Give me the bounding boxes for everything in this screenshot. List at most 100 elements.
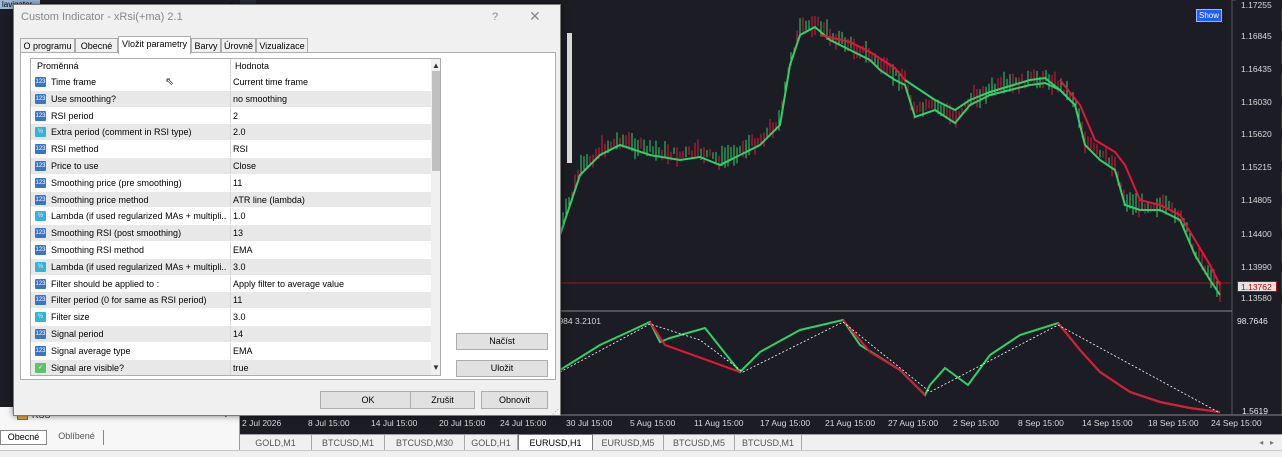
integer-type-icon: 123 — [35, 228, 46, 239]
param-value[interactable]: 3.0 — [233, 262, 246, 272]
param-row[interactable]: 123 Price to use Close — [31, 157, 431, 175]
column-divider[interactable] — [230, 59, 231, 73]
save-button[interactable]: Uložit — [456, 360, 548, 377]
dialog-tab[interactable]: Obecné — [75, 38, 118, 53]
float-type-icon: ½ — [35, 127, 46, 138]
cell-divider — [230, 325, 231, 342]
price-tick-label: 1.15620 — [1236, 129, 1282, 139]
param-value[interactable]: RSI — [233, 144, 248, 154]
cell-divider — [230, 74, 231, 90]
param-row[interactable]: 123 Smoothing price method ATR line (lambd… — [31, 191, 431, 209]
navigator-tab-favorites[interactable]: Oblíbené — [50, 430, 104, 445]
integer-type-icon: 123 — [35, 77, 46, 87]
reset-button[interactable]: Obnovit — [481, 391, 548, 409]
status-strip — [0, 450, 1282, 457]
param-value[interactable]: 2.0 — [233, 127, 246, 137]
param-value[interactable]: 11 — [233, 178, 242, 188]
chart-tab[interactable]: BTCUSD,M5 — [664, 435, 735, 451]
help-icon[interactable]: ? — [492, 11, 498, 23]
time-tick-label: 14 Jul 15:00 — [371, 418, 418, 428]
vertical-scrollbar[interactable]: ▲ ▼ — [431, 59, 440, 375]
param-value[interactable]: 2 — [233, 111, 238, 121]
chart-tab[interactable]: EURUSD,M5 — [593, 435, 664, 451]
dialog-tab[interactable]: Úrovně — [221, 38, 256, 53]
param-row[interactable]: 123 Signal period 14 — [31, 325, 431, 343]
integer-type-icon: 123 — [35, 278, 46, 289]
param-value[interactable]: no smoothing — [233, 94, 287, 104]
param-row[interactable]: ½ Lambda (if used regularized MAs + multi… — [31, 208, 431, 226]
chart-tab[interactable]: BTCUSD,M1 — [735, 435, 802, 451]
param-row[interactable]: 123 Smoothing RSI (post smoothing) 13 — [31, 225, 431, 242]
column-variable[interactable]: Proměnná — [37, 61, 79, 71]
chart-tab[interactable]: GOLD,H1 — [465, 435, 518, 451]
param-row[interactable]: 123 Filter period (0 for same as RSI peri… — [31, 292, 431, 310]
params-panel: Proměnná Hodnota 123 Time frame Current ti… — [20, 52, 556, 380]
tab-scroll-arrows-icon[interactable]: ◂ ▸ — [1259, 435, 1274, 451]
chart-tab[interactable]: EURUSD,H1 — [518, 434, 593, 451]
param-value[interactable]: 14 — [233, 329, 243, 339]
param-name: Filter period (0 for same as RSI period) — [51, 295, 207, 306]
navigator-tab-common[interactable]: Obecné — [0, 430, 47, 445]
param-name: Smoothing price (pre smoothing) — [51, 177, 182, 188]
param-row[interactable]: 123 Time frame Current time frame — [31, 74, 431, 91]
param-value[interactable]: Close — [233, 161, 256, 171]
param-row[interactable]: 123 Smoothing RSI method EMA — [31, 241, 431, 259]
float-type-icon: ½ — [35, 261, 46, 272]
chart-tab[interactable]: BTCUSD,M30 — [385, 435, 465, 451]
show-button[interactable]: Show — [1196, 9, 1222, 22]
param-value[interactable]: true — [233, 363, 249, 373]
dialog-tab[interactable]: Barvy — [191, 38, 221, 53]
integer-type-icon: 123 — [35, 328, 46, 339]
indicator-min-label: 1.5619 — [1242, 406, 1268, 416]
chart-tab[interactable]: BTCUSD,M1 — [312, 435, 385, 451]
cancel-button[interactable]: Zrušit — [410, 391, 475, 409]
time-tick-label: 30 Jul 15:00 — [566, 418, 613, 428]
param-name: Extra period (comment in RSI type) — [51, 127, 192, 138]
cell-divider — [230, 208, 231, 225]
chart-tab-bar: GOLD,M1 BTCUSD,M1 BTCUSD,M30 GOLD,H1 EURUSD,… — [240, 434, 1282, 451]
param-value[interactable]: 3.0 — [233, 312, 246, 322]
chart-tab[interactable]: GOLD,M1 — [240, 435, 312, 451]
cell-divider — [230, 342, 231, 359]
param-value[interactable]: 11 — [233, 295, 242, 305]
param-row[interactable]: ✓ Signal are visible? true — [31, 359, 431, 375]
param-name: Filter should be applied to : — [51, 278, 160, 289]
param-value[interactable]: ATR line (lambda) — [233, 195, 305, 205]
scroll-up-icon[interactable]: ▲ — [432, 61, 440, 70]
cell-divider — [230, 157, 231, 174]
param-row[interactable]: 123 Filter should be applied to : Apply fi… — [31, 275, 431, 293]
param-row[interactable]: 123 RSI period 2 — [31, 107, 431, 125]
integer-type-icon: 123 — [35, 244, 46, 255]
param-row[interactable]: ½ Filter size 3.0 — [31, 309, 431, 326]
load-button[interactable]: Načíst — [456, 333, 548, 350]
time-tick-label: 24 Jul 15:00 — [500, 418, 547, 428]
column-value[interactable]: Hodnota — [235, 61, 269, 71]
param-value[interactable]: Apply filter to average value — [233, 279, 344, 289]
float-type-icon: ½ — [35, 211, 46, 222]
param-row[interactable]: ½ Lambda (if used regularized MAs + multi… — [31, 258, 431, 276]
dialog-tab[interactable]: O programu — [20, 38, 75, 53]
param-name: Smoothing RSI (post smoothing) — [51, 228, 182, 239]
scroll-down-icon[interactable]: ▼ — [432, 363, 440, 372]
mouse-cursor-icon: ⇖ — [165, 76, 175, 88]
scroll-thumb[interactable] — [432, 71, 440, 171]
param-value[interactable]: Current time frame — [233, 77, 308, 87]
param-value[interactable]: 13 — [233, 228, 243, 238]
param-value[interactable]: EMA — [233, 346, 253, 356]
param-row[interactable]: 123 Signal average type EMA — [31, 342, 431, 360]
param-value[interactable]: EMA — [233, 245, 253, 255]
param-row[interactable]: 123 Use smoothing? no smoothing — [31, 90, 431, 108]
param-value[interactable]: 1.0 — [233, 211, 246, 221]
ok-button[interactable]: OK — [320, 391, 416, 409]
param-row[interactable]: 123 RSI method RSI — [31, 141, 431, 158]
param-row[interactable]: ½ Extra period (comment in RSI type) 2.0 — [31, 124, 431, 142]
param-name: Filter size — [51, 312, 90, 323]
param-row[interactable]: 123 Smoothing price (pre smoothing) 11 — [31, 174, 431, 192]
dialog-tab[interactable]: Vložit parametry — [118, 36, 191, 54]
time-tick-label: 17 Aug 15:00 — [760, 418, 811, 428]
time-tick-label: 20 Jul 15:00 — [439, 418, 486, 428]
resize-grip-icon[interactable]: ⋰ — [552, 408, 559, 416]
dialog-tab[interactable]: Vizualizace — [256, 38, 308, 53]
close-icon[interactable]: ✕ — [529, 8, 541, 25]
param-name: Smoothing RSI method — [51, 244, 145, 255]
